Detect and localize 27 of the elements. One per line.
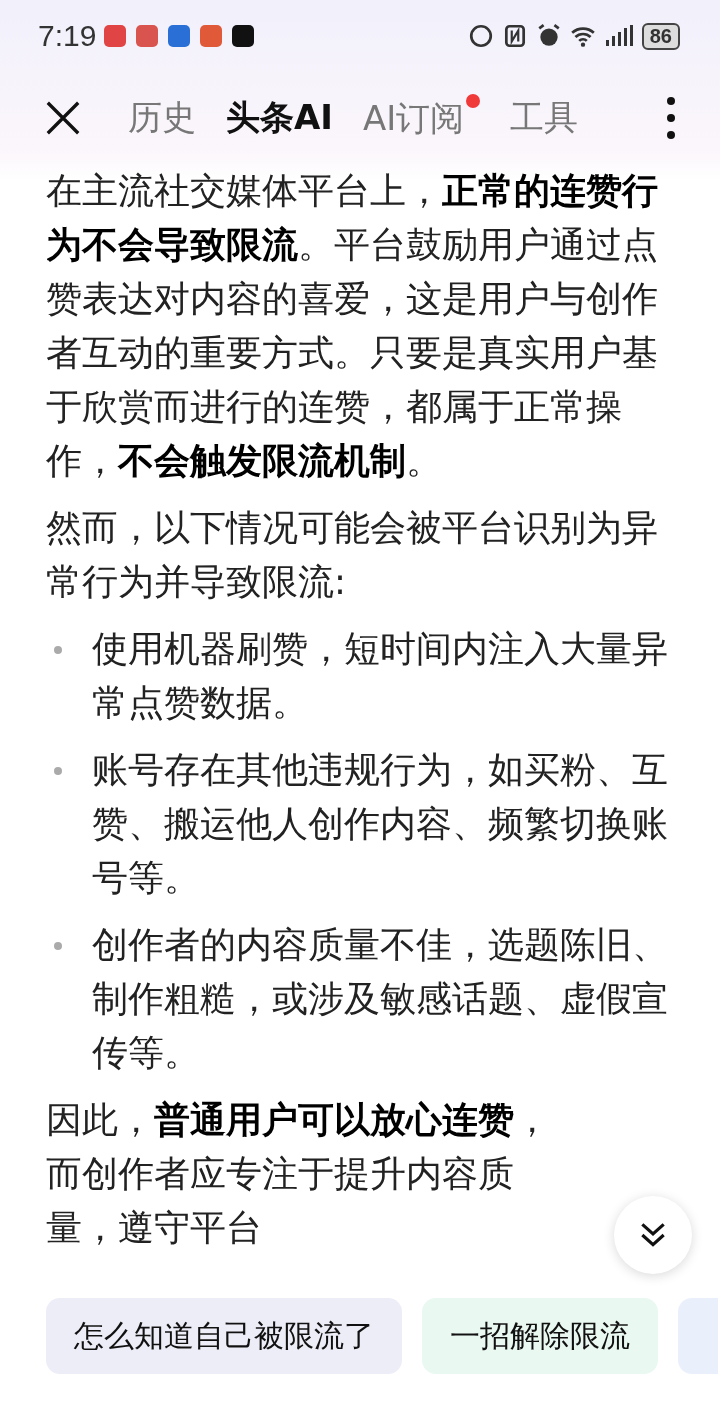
list-item-text: 账号存在其他违规行为，如买粉、互赞、搬运他人创作内容、频繁切换账号等。 — [92, 748, 669, 900]
scroll-down-button[interactable] — [614, 1196, 692, 1274]
app-notification-icon — [104, 25, 127, 47]
app-notification-icon — [232, 25, 255, 47]
bullet-dot — [54, 942, 62, 950]
battery-indicator: 86 — [641, 22, 680, 50]
tab[interactable]: 历史 — [128, 95, 196, 141]
tab[interactable]: AI订阅 — [362, 94, 481, 142]
tab[interactable]: 工具 — [510, 95, 579, 141]
bullet-dot — [54, 646, 62, 654]
bullet-dot — [54, 767, 62, 775]
list-item-text: 创作者的内容质量不佳，选题陈旧、制作粗糙，或涉及敏感话题、虚假宣传等。 — [92, 923, 669, 1075]
close-icon[interactable] — [44, 99, 82, 137]
list-item-text: 使用机器刷赞，短时间内注入大量异常点赞数据。 — [92, 627, 669, 725]
app-notification-icon — [168, 25, 191, 47]
more-icon[interactable] — [666, 96, 676, 140]
app-notification-icon — [200, 25, 223, 47]
answer-paragraph: 因此，普通用户可以放心连赞，而创作者应专注于提升内容质量，遵守平台 — [46, 1098, 551, 1250]
suggestion-chip[interactable]: 怎么知道自己被限流了 — [46, 1298, 402, 1374]
status-time: 7:19 — [38, 19, 97, 53]
suggestion-chip[interactable]: 一招解除限流 — [422, 1298, 658, 1374]
answer-paragraph: 在主流社交媒体平台上，正常的连赞行为不会导致限流。平台鼓励用户通过点赞表达对内容的喜爱，这是用户与创作者互动的重要方式。只要是真实用户基于欣赏而进行的连赞，都属于正常操作，不会触发限流机制。 — [46, 169, 659, 483]
app-notification-icon — [136, 25, 159, 47]
answer-paragraph: 然而，以下情况可能会被平台识别为异常行为并导致限流: — [46, 506, 659, 604]
tab[interactable]: 头条AI — [226, 95, 333, 141]
status-icon — [467, 23, 494, 49]
signal-icon — [603, 24, 634, 48]
